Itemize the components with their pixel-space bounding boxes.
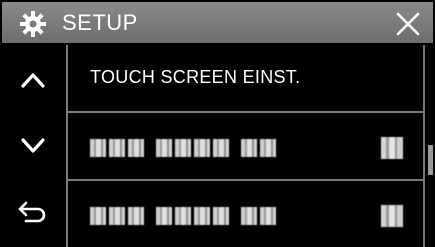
list-item[interactable] [66,113,425,181]
gear-icon [20,11,46,37]
list-item-label: TOUCH SCREEN EINST. [90,67,301,87]
chevron-up-icon [21,73,45,88]
obscured-label [90,207,276,225]
nav-column [0,45,66,247]
back-button[interactable] [0,179,66,245]
return-arrow-icon [18,201,46,223]
menu-list: TOUCH SCREEN EINST. [66,45,425,247]
list-item-touch-screen[interactable]: TOUCH SCREEN EINST. [66,45,425,113]
scroll-up-button[interactable] [0,47,66,113]
obscured-value [381,137,403,159]
scroll-down-button[interactable] [0,113,66,179]
scrollbar-thumb[interactable] [428,145,433,175]
close-icon[interactable] [395,11,421,37]
title-bar: SETUP [0,0,435,45]
obscured-value [381,205,403,227]
chevron-down-icon [21,138,45,153]
list-item[interactable] [66,181,425,247]
obscured-label [90,139,276,157]
setup-screen: SETUP TOUCH SCREEN EINST. [0,0,435,247]
page-title: SETUP [62,10,138,35]
